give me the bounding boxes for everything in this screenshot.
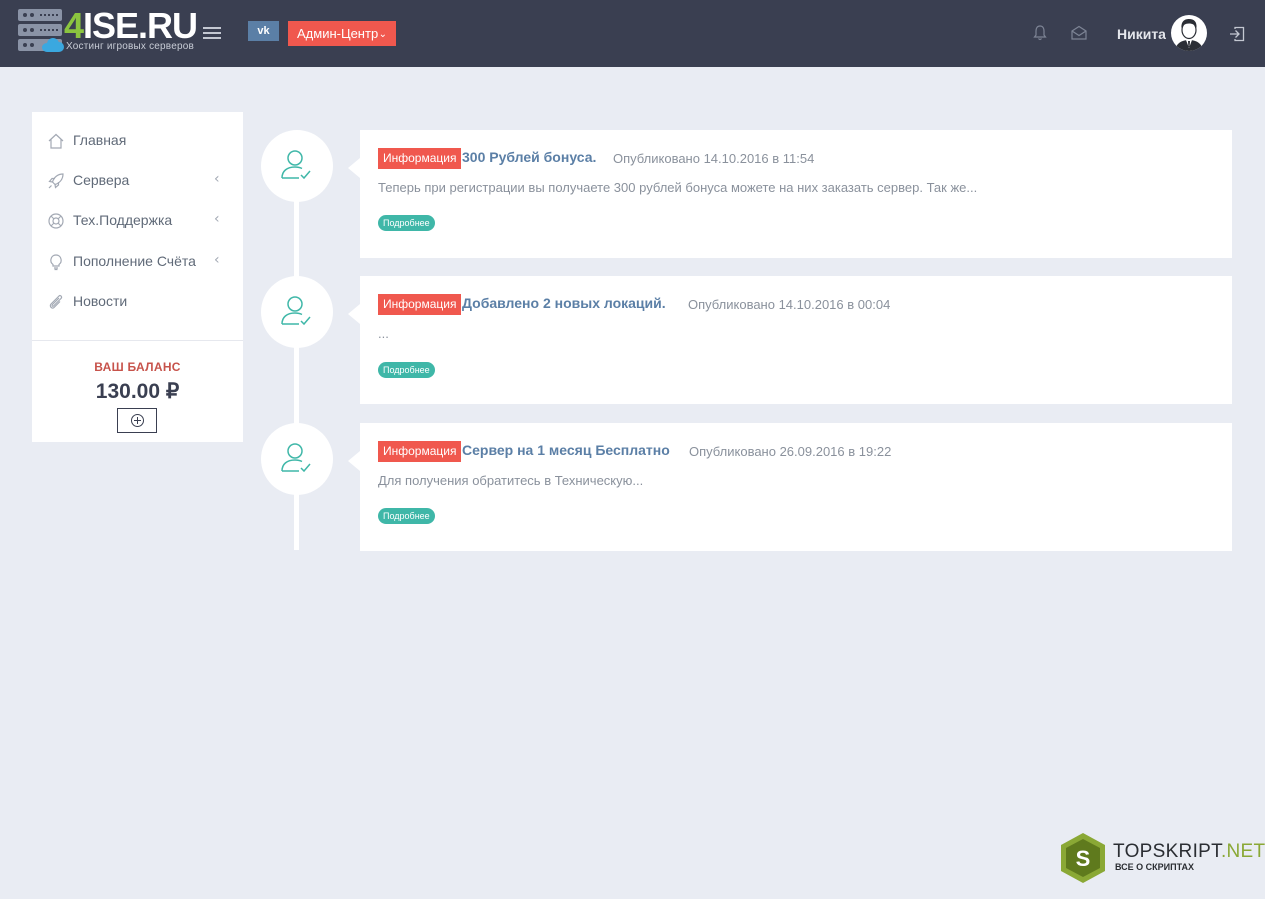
news-title[interactable]: Сервер на 1 месяц Бесплатно: [462, 442, 670, 458]
news-card: Информация Добавлено 2 новых локаций. Оп…: [348, 276, 1232, 404]
sidebar-item-label: Тех.Поддержка: [73, 212, 173, 228]
info-badge: Информация: [378, 441, 462, 462]
rocket-icon: [47, 172, 65, 190]
menu-icon[interactable]: [203, 27, 221, 40]
chevron-left-icon: ‹: [214, 171, 220, 187]
info-badge: Информация: [378, 148, 462, 169]
lifebuoy-icon: [47, 212, 65, 230]
watermark: S TOPSKRIPT.NET ВСЕ О СКРИПТАХ: [1057, 832, 1265, 884]
watermark-hex-icon: S: [1061, 833, 1105, 883]
news-date: Опубликовано 26.09.2016 в 19:22: [689, 444, 892, 459]
lightbulb-icon: [47, 253, 65, 271]
logo-tagline: Хостинг игровых серверов: [66, 41, 194, 52]
sidebar: Главная Сервера ‹ Тех.Поддержка ‹ Пополн…: [32, 112, 243, 442]
timeline-user-icon: [261, 276, 333, 348]
news-text: Теперь при регистрации вы получаете 300 …: [378, 180, 978, 195]
sidebar-item-label: Главная: [73, 132, 127, 148]
logo[interactable]: 4ISE.RU Хостинг игровых серверов: [18, 5, 198, 56]
more-button[interactable]: Подробнее: [378, 508, 435, 524]
more-button[interactable]: Подробнее: [378, 215, 435, 231]
paperclip-icon: [47, 293, 65, 311]
sidebar-item-support[interactable]: Тех.Поддержка ‹: [32, 200, 243, 240]
add-balance-button[interactable]: [117, 408, 157, 433]
chevron-left-icon: ‹: [214, 252, 220, 268]
envelope-icon[interactable]: [1070, 24, 1088, 42]
admin-center-label: Админ-Центр: [297, 26, 379, 41]
balance-value: 130.00 ₽: [95, 380, 180, 403]
sidebar-item-topup[interactable]: Пополнение Счёта ‹: [32, 241, 243, 281]
timeline-line: [294, 190, 299, 550]
sidebar-item-label: Пополнение Счёта: [73, 253, 196, 269]
plus-circle-icon: [131, 414, 144, 427]
timeline-user-icon: [261, 423, 333, 495]
watermark-subtitle: ВСЕ О СКРИПТАХ: [1115, 862, 1195, 872]
news-date: Опубликовано 14.10.2016 в 00:04: [688, 297, 891, 312]
news-card: Информация Сервер на 1 месяц Бесплатно О…: [348, 423, 1232, 551]
admin-center-button[interactable]: Админ-Центр ⌄: [288, 21, 396, 46]
sidebar-item-servers[interactable]: Сервера ‹: [32, 160, 243, 200]
news-title[interactable]: Добавлено 2 новых локаций.: [462, 295, 666, 311]
bell-icon[interactable]: [1031, 24, 1049, 42]
timeline-user-icon: [261, 130, 333, 202]
news-text: ...: [378, 326, 389, 341]
svg-text:S: S: [1076, 846, 1091, 871]
news-card: Информация 300 Рублей бонуса. Опубликова…: [348, 130, 1232, 258]
balance-title: ВАШ БАЛАНС: [94, 360, 181, 374]
news-title[interactable]: 300 Рублей бонуса.: [462, 149, 596, 165]
news-date: Опубликовано 14.10.2016 в 11:54: [613, 151, 815, 166]
sidebar-item-label: Сервера: [73, 172, 130, 188]
avatar[interactable]: [1171, 15, 1207, 51]
chevron-left-icon: ‹: [214, 211, 220, 227]
info-badge: Информация: [378, 294, 462, 315]
news-text: Для получения обратитесь в Техническую..…: [378, 473, 644, 488]
sidebar-item-label: Новости: [73, 293, 128, 309]
logout-icon[interactable]: [1228, 25, 1246, 43]
user-name[interactable]: Никита: [1117, 26, 1166, 42]
more-button[interactable]: Подробнее: [378, 362, 435, 378]
sidebar-item-home[interactable]: Главная: [32, 120, 243, 160]
top-bar: 4ISE.RU Хостинг игровых серверов vk Адми…: [0, 0, 1265, 67]
cloud-icon: [42, 38, 64, 52]
home-icon: [47, 132, 65, 150]
sidebar-divider: [32, 340, 243, 341]
chevron-down-icon: ⌄: [378, 29, 387, 40]
vk-button[interactable]: vk: [248, 21, 279, 41]
sidebar-item-news[interactable]: Новости: [32, 281, 243, 321]
watermark-title: TOPSKRIPT.NET: [1113, 841, 1265, 862]
